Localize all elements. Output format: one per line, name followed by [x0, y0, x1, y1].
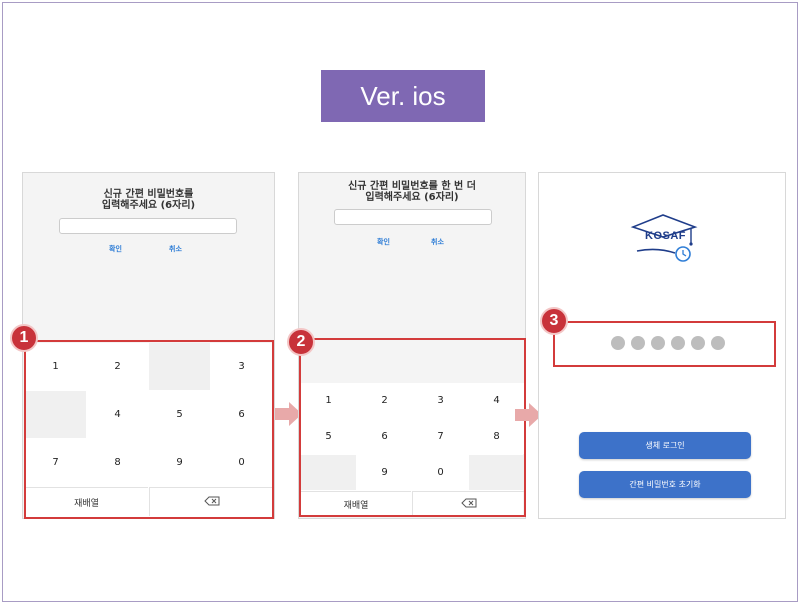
- cancel-button[interactable]: 취소: [169, 244, 182, 254]
- password-input[interactable]: [334, 209, 492, 225]
- version-title: Ver. ios: [321, 70, 485, 122]
- reset-password-button[interactable]: 간편 비밀번호 초기화: [579, 471, 751, 498]
- highlight-pin-dots: [553, 321, 776, 367]
- prompt-line-1: 신규 간편 비밀번호를: [103, 189, 194, 200]
- step-badge-3: 3: [540, 307, 568, 335]
- step-badge-2: 2: [287, 328, 315, 356]
- password-input[interactable]: [59, 218, 237, 234]
- highlight-keypad-2: [299, 338, 526, 517]
- confirm-button[interactable]: 확인: [109, 244, 122, 254]
- prompt-line-2: 입력해주세요 (6자리): [365, 192, 459, 203]
- prompt-line-1: 신규 간편 비밀번호를 한 번 더: [348, 181, 476, 192]
- prompt-line-2: 입력해주세요 (6자리): [101, 200, 196, 211]
- step-badge-1: 1: [10, 324, 38, 352]
- kosaf-logo: KOSAF: [627, 209, 701, 269]
- confirm-button[interactable]: 확인: [377, 237, 390, 247]
- cancel-button[interactable]: 취소: [431, 237, 444, 247]
- logo-text: KOSAF: [645, 230, 686, 242]
- biometric-login-button[interactable]: 생체 로그인: [579, 432, 751, 459]
- highlight-keypad-1: [24, 340, 274, 519]
